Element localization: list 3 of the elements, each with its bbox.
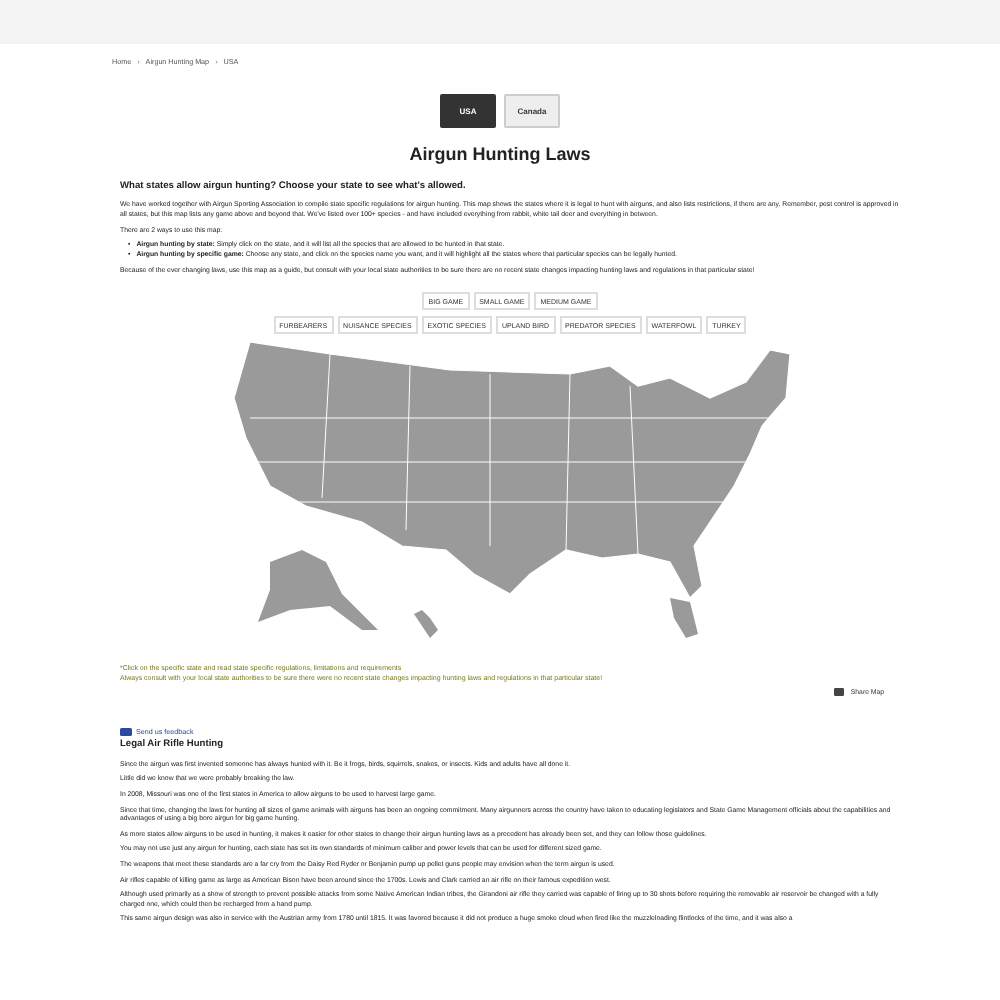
message-icon bbox=[120, 727, 132, 736]
share-icon bbox=[834, 687, 845, 695]
page-title: Airgun Hunting Laws bbox=[407, 144, 593, 164]
